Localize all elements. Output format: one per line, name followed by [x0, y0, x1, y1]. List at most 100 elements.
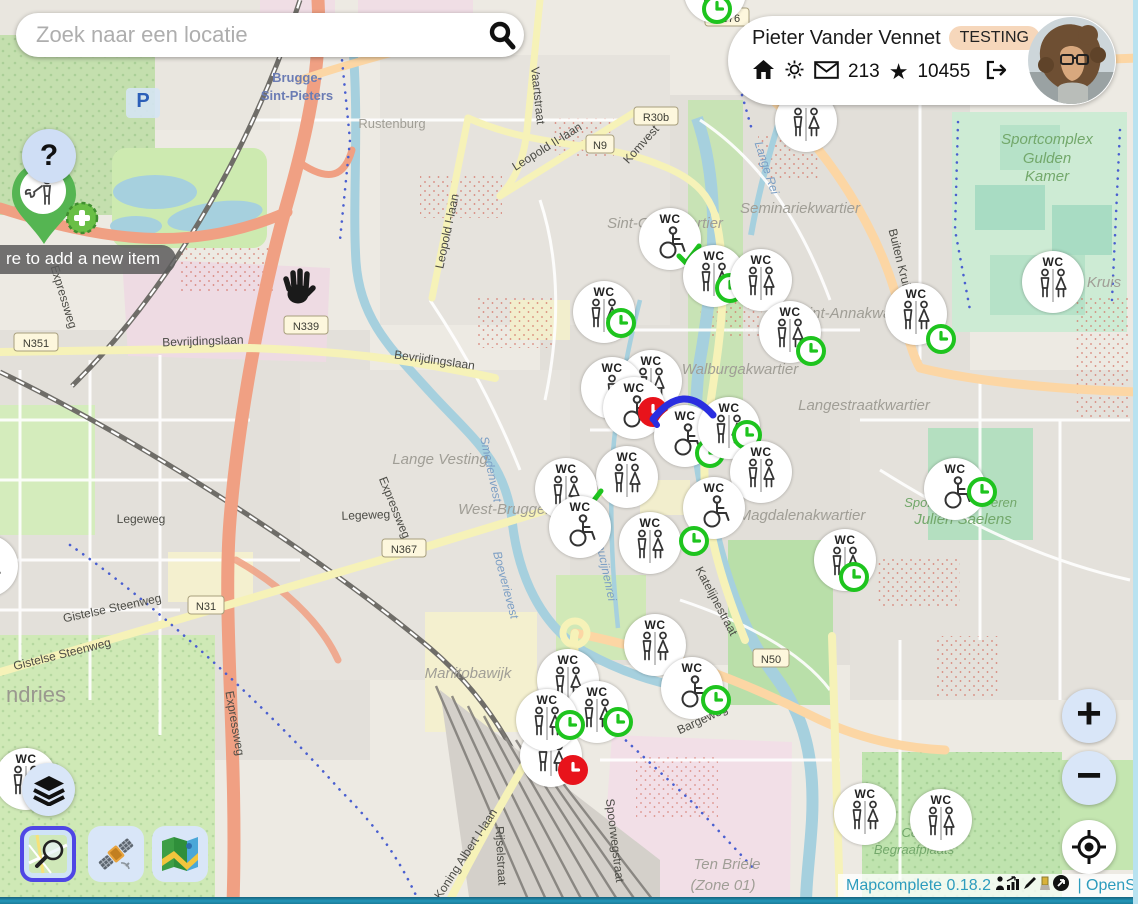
marker-wc-label: WC [617, 451, 638, 463]
user-name: Pieter Vander Vennet [752, 27, 941, 50]
opening-hours-open-badge [555, 710, 585, 740]
map-label: Kamer [1025, 168, 1070, 185]
changesets-count: 10455 [917, 61, 970, 83]
user-panel[interactable]: Pieter Vander Vennet TESTING [728, 16, 1116, 105]
home-icon[interactable] [752, 59, 775, 85]
map-marker-wc[interactable]: WC [661, 657, 723, 719]
hand-cursor-icon [280, 267, 316, 310]
map-marker-wc[interactable]: WC [924, 458, 986, 520]
app-name[interactable]: Mapcomplete [846, 877, 942, 894]
add-item-tooltip: re to add a new item [0, 245, 176, 274]
search-icon[interactable] [480, 13, 524, 57]
marker-wc-label: WC [660, 213, 681, 225]
map-label: Seminariekwartier [740, 200, 861, 217]
road-ref-text: N339 [293, 321, 319, 333]
road-ref-text: N351 [23, 338, 49, 350]
opening-hours-open-badge [839, 562, 869, 592]
road-ref-text: N9 [593, 140, 607, 152]
map-label: Sint-Pieters [261, 88, 333, 103]
road-ref-text: N367 [391, 544, 417, 556]
marker-wc-label: WC [704, 482, 725, 494]
opening-hours-open-badge [967, 477, 997, 507]
statue-icon [1038, 876, 1052, 896]
marker-wc-label: WC [945, 463, 966, 475]
map-marker-wc[interactable]: WC [619, 512, 681, 574]
opening-hours-closed-badge [558, 755, 588, 785]
map-label: Gulden [1023, 150, 1071, 167]
toilets-male-female-icon [785, 107, 827, 143]
search-input[interactable] [34, 21, 480, 49]
road-ref-text: R30b [643, 112, 669, 124]
toilets-male-female-icon [740, 458, 782, 494]
attribution-arrow-icon[interactable] [1053, 875, 1069, 896]
layers-button[interactable] [22, 763, 75, 816]
toilets-male-female-icon [629, 529, 671, 565]
map-marker-wc[interactable]: WC [549, 496, 611, 558]
marker-wc-label: WC [682, 662, 703, 674]
marker-wc-label: WC [931, 794, 952, 806]
marker-wc-label: WC [570, 501, 591, 513]
testing-badge: TESTING [949, 26, 1040, 50]
help-button[interactable]: ? [22, 129, 76, 183]
marker-wc-label: WC [641, 355, 662, 367]
map-label: Legeweg [341, 507, 390, 523]
map-marker-wc[interactable]: WC [885, 283, 947, 345]
zoom-in-button[interactable]: + [1062, 689, 1116, 743]
map-marker-wc[interactable]: WC [596, 446, 658, 508]
messages-envelope-icon[interactable] [814, 61, 839, 84]
map-label: Rustenburg [358, 116, 425, 131]
selected-location-arc [648, 389, 718, 434]
marker-wc-label: WC [640, 517, 661, 529]
toilets-male-female-icon [634, 631, 676, 667]
attribution-bar: Mapcomplete 0.18.2 | OpenStreetMap [838, 874, 1133, 897]
opening-hours-open-badge [926, 324, 956, 354]
map-marker-wc[interactable]: WC [1022, 251, 1084, 313]
map-label: Brugge- [272, 70, 322, 85]
settings-gear-icon[interactable] [784, 59, 805, 85]
map-marker-wc[interactable]: WC [516, 689, 578, 751]
map-label: Magdalenakwartier [739, 507, 867, 524]
toilets-male-female-icon [920, 806, 962, 842]
opening-hours-open-badge [796, 336, 826, 366]
road-ref-text: N31 [196, 601, 216, 613]
toilets-male-female-icon [740, 266, 782, 302]
statistics-person-icon[interactable] [995, 876, 1005, 896]
opening-hours-open-badge [679, 526, 709, 556]
map-marker-wc[interactable]: WC [814, 529, 876, 591]
statistics-chart-icon[interactable] [1006, 876, 1021, 896]
app-version: 0.18.2 [947, 877, 991, 894]
wheelchair-icon [561, 513, 599, 549]
marker-wc-label: WC [835, 534, 856, 546]
marker-wc-label: WC [587, 686, 608, 698]
wheelchair-icon [695, 494, 733, 530]
zoom-out-button[interactable]: − [1062, 751, 1116, 805]
toilets-male-female-icon [0, 552, 8, 588]
map-marker-wc[interactable]: WC [573, 281, 635, 343]
map-marker-wc[interactable]: WC [910, 789, 972, 851]
marker-wc-label: WC [780, 306, 801, 318]
toilets-male-female-icon [844, 800, 886, 836]
map-label: P [136, 90, 149, 112]
geolocate-button[interactable] [1062, 820, 1116, 874]
star-icon: ★ [889, 61, 909, 83]
opening-hours-open-badge [603, 707, 633, 737]
basemap-style-osm-button[interactable] [20, 826, 76, 882]
marker-wc-label: WC [704, 250, 725, 262]
map-label: Walburgakwartier [682, 361, 799, 378]
basemap-style-satellite-button[interactable] [88, 826, 144, 882]
map-marker-wc[interactable]: WC [834, 783, 896, 845]
mapcomplete-app: Brugge-Sint-PietersPRustenburgSint-Gilli… [0, 0, 1138, 904]
basemap-style-map-button[interactable] [152, 826, 208, 882]
osm-link[interactable]: OpenStreetMap [1086, 877, 1138, 894]
user-avatar[interactable] [1028, 17, 1115, 104]
map-label: Ten Briele [694, 856, 761, 873]
map-label: Langestraatkwartier [798, 397, 931, 414]
map-marker-wc[interactable]: WC [759, 301, 821, 363]
logout-icon[interactable] [985, 60, 1008, 85]
marker-wc-label: WC [556, 463, 577, 475]
scrollbar-track[interactable] [1133, 0, 1138, 904]
marker-wc-label: WC [1043, 256, 1064, 268]
edit-pencil-icon[interactable] [1022, 876, 1037, 896]
toilets-male-female-icon [606, 463, 648, 499]
map-label: Legeweg [117, 512, 166, 526]
